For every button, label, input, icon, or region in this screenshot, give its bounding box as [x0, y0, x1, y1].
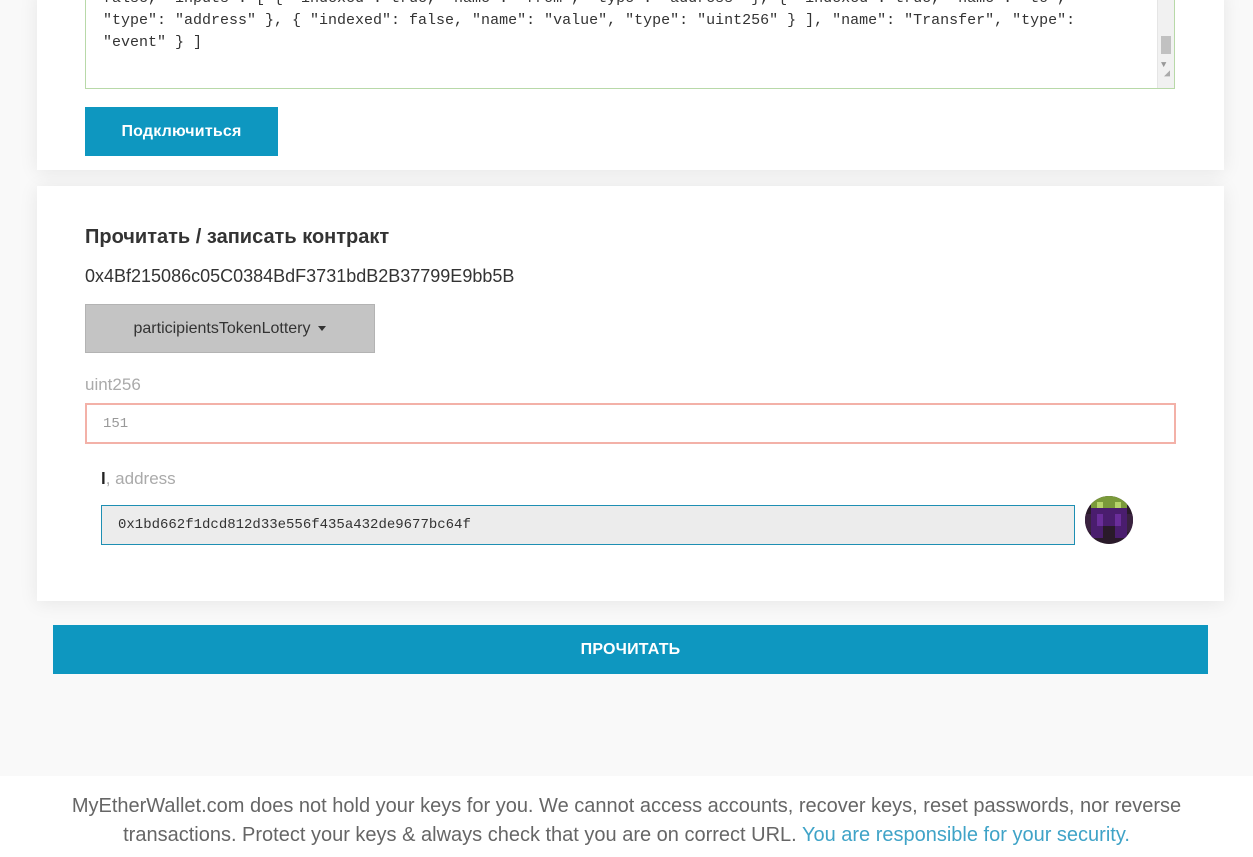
function-select-label: participientsTokenLottery: [133, 319, 311, 337]
uint256-input[interactable]: 151: [85, 403, 1176, 444]
function-select-dropdown[interactable]: participientsTokenLottery: [85, 304, 375, 353]
contract-address: 0x4Bf215086c05C0384BdF3731bdB2B37799E9bb…: [85, 266, 515, 286]
abi-card: false, "inputs": [ { "indexed": true, "n…: [37, 0, 1224, 170]
input-placeholder: 151: [103, 415, 129, 432]
read-button[interactable]: ПРОЧИТАТЬ: [53, 625, 1208, 674]
output-address-field[interactable]: 0x1bd662f1dcd812d33e556f435a432de9677bc6…: [101, 505, 1075, 545]
output-type: , address: [105, 469, 176, 488]
security-link[interactable]: You are responsible for your security.: [802, 824, 1130, 846]
resize-handle-icon[interactable]: ◢: [1164, 64, 1170, 86]
footer: MyEtherWallet.com does not hold your key…: [0, 776, 1253, 857]
connect-button[interactable]: Подключиться: [85, 107, 278, 156]
abi-text-line: "type": "address" }, { "indexed": false,…: [103, 12, 1076, 29]
abi-text-line: "event" } ]: [103, 34, 203, 51]
read-write-card: Прочитать / записать контракт 0x4Bf21508…: [37, 186, 1224, 601]
section-title: Прочитать / записать контракт: [85, 226, 390, 248]
output-label: l, address: [101, 469, 176, 489]
abi-textarea[interactable]: false, "inputs": [ { "indexed": true, "n…: [85, 0, 1175, 89]
scrollbar-thumb[interactable]: [1161, 36, 1171, 54]
chevron-down-icon: [318, 326, 327, 331]
input-type-label: uint256: [85, 375, 141, 394]
footer-disclaimer: MyEtherWallet.com does not hold your key…: [57, 792, 1197, 850]
address-identicon-icon: [1085, 496, 1133, 544]
output-address-value: 0x1bd662f1dcd812d33e556f435a432de9677bc6…: [118, 517, 471, 533]
abi-text-line: false, "inputs": [ { "indexed": true, "n…: [103, 0, 1066, 10]
